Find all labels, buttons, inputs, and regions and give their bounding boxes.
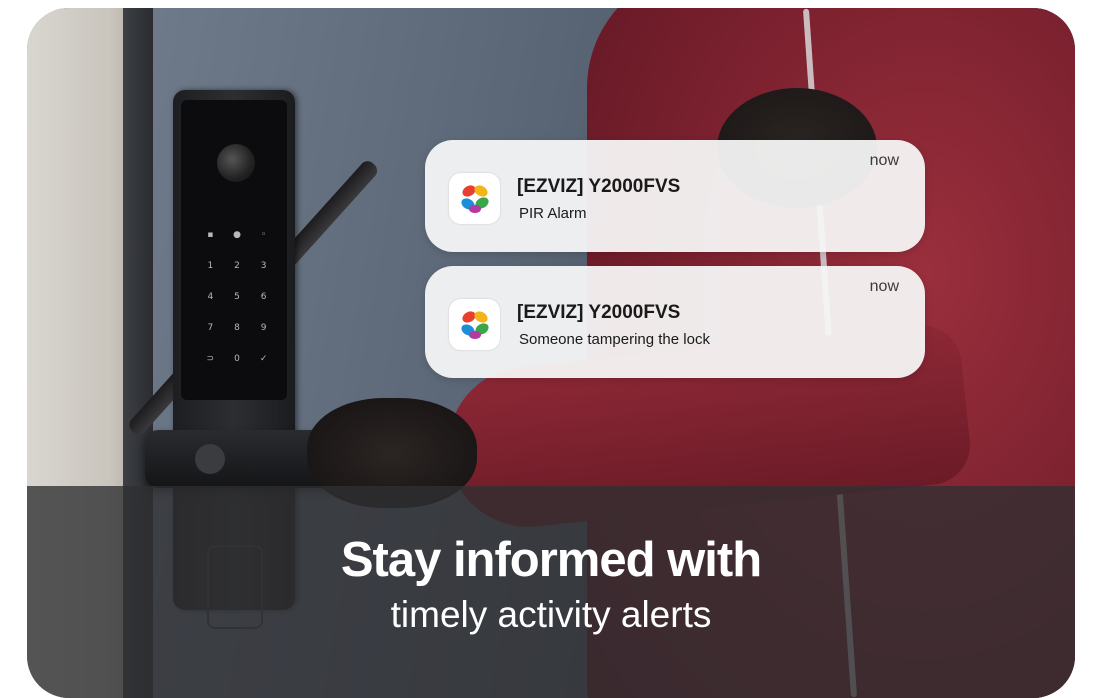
caption-band: Stay informed with timely activity alert… (27, 486, 1075, 698)
notification-time: now (869, 278, 899, 295)
ezviz-app-icon (449, 299, 500, 350)
notification-title: [EZVIZ] Y2000FVS (517, 176, 681, 197)
subheadline: timely activity alerts (390, 594, 712, 635)
headline: Stay informed with (340, 533, 762, 587)
notification-pir-alarm[interactable]: [EZVIZ] Y2000FVS PIR Alarm now (425, 140, 925, 252)
promo-card: ▪ ● ◦ 123 456 789 ⊃ 0 ✓ [EZVIZ] Y2000FVS PIR… (27, 8, 1075, 698)
notification-body: Someone tampering the lock (519, 331, 710, 348)
ezviz-app-icon (449, 173, 500, 224)
ezviz-logo-icon (461, 311, 489, 339)
ezviz-logo-icon (461, 185, 489, 213)
notification-title: [EZVIZ] Y2000FVS (517, 302, 681, 323)
notification-body: PIR Alarm (519, 205, 587, 222)
lock-keypad: ▪ ● ◦ 123 456 789 ⊃ 0 ✓ (206, 230, 268, 364)
notification-tamper-alert[interactable]: [EZVIZ] Y2000FVS Someone tampering the l… (425, 266, 925, 378)
lock-keypad-panel: ▪ ● ◦ 123 456 789 ⊃ 0 ✓ (181, 100, 287, 400)
lock-camera (217, 144, 255, 182)
notification-time: now (869, 152, 899, 169)
